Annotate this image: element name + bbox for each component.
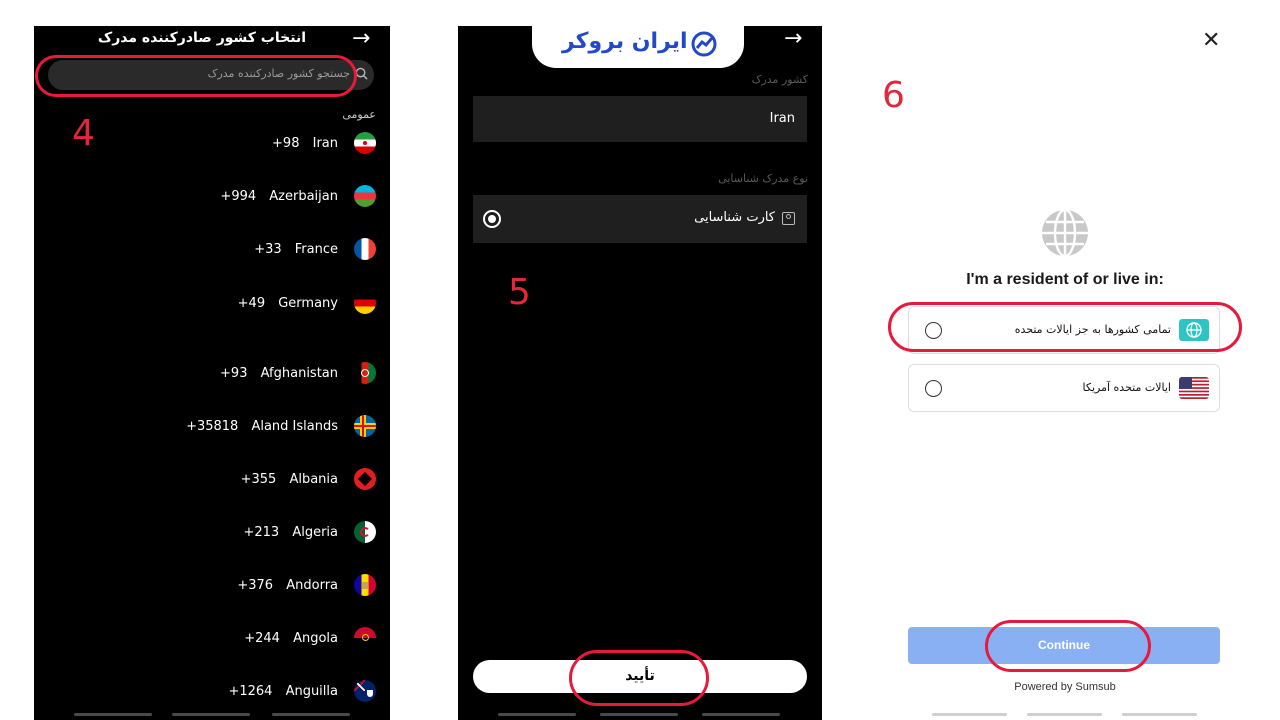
step-number-4: 4 (72, 113, 95, 154)
brand-logo: ایران بروکر (562, 29, 688, 54)
list-item[interactable]: +35818 Aland Islands (186, 414, 376, 438)
list-item[interactable]: +355 Albania (241, 467, 376, 491)
list-item[interactable]: +33 France (254, 237, 376, 261)
country-code: +35818 (186, 418, 239, 434)
country-name: Albania (289, 471, 338, 487)
germany-flag-icon (354, 292, 376, 314)
nav-bar-segment (172, 713, 250, 716)
country-name: Germany (278, 295, 338, 311)
country-code: +355 (240, 471, 277, 487)
list-item[interactable]: +1264 Anguilla (228, 679, 376, 703)
us-flag-icon (1179, 377, 1209, 399)
albania-flag-icon (354, 468, 376, 490)
country-code: +93 (220, 365, 248, 381)
afghanistan-flag-icon (354, 362, 376, 384)
powered-by-text: Powered by Sumsub (1014, 681, 1116, 693)
step-number-6: 6 (882, 75, 905, 116)
country-name: Angola (293, 630, 338, 646)
iran-flag-icon (354, 132, 376, 154)
country-name: Iran (312, 135, 338, 151)
country-label: کشور مدرک (751, 73, 808, 86)
section-header-common: عمومی (342, 108, 376, 121)
step-number-5: 5 (508, 272, 531, 313)
anguilla-flag-icon (354, 680, 376, 702)
country-value: Iran (769, 111, 795, 126)
list-item[interactable]: +244 Angola (244, 626, 376, 650)
close-icon[interactable]: ✕ (1202, 28, 1220, 53)
country-code: +49 (237, 295, 266, 311)
country-name: Anguilla (285, 683, 338, 699)
list-item[interactable]: +98 Iran (272, 131, 376, 155)
doc-type-value: کارت شناسایی (694, 210, 775, 225)
nav-bar-segment (932, 713, 1007, 716)
country-code: +98 (272, 135, 300, 151)
highlight-continue (985, 620, 1151, 672)
country-name: Algeria (292, 524, 338, 540)
angola-flag-icon (354, 627, 376, 649)
nav-bar-segment (600, 713, 678, 716)
logo-banner: ایران بروکر (532, 26, 744, 68)
doc-type-label: نوع مدرک شناسایی (718, 172, 808, 185)
list-item[interactable]: +376 Andorra (237, 573, 376, 597)
country-code: +33 (254, 241, 282, 257)
france-flag-icon (354, 238, 376, 260)
id-card-icon (782, 212, 795, 225)
country-code: +994 (220, 188, 257, 204)
list-item[interactable]: +93 Afghanistan (220, 361, 376, 385)
algeria-flag-icon (354, 521, 376, 543)
option-us-label: ایالات متحده آمریکا (1082, 381, 1171, 394)
nav-bar-segment (1122, 713, 1197, 716)
country-code: +376 (237, 577, 274, 593)
radio-selected[interactable] (483, 210, 501, 228)
nav-bar-segment (1027, 713, 1102, 716)
globe-icon (1042, 208, 1088, 258)
aland-flag-icon (354, 415, 376, 437)
back-arrow-icon[interactable]: → (352, 28, 370, 50)
country-name: Azerbaijan (269, 188, 338, 204)
nav-bar-segment (272, 713, 350, 716)
nav-bar-segment (498, 713, 576, 716)
country-code: +213 (243, 524, 280, 540)
country-name: Afghanistan (260, 365, 338, 381)
option-united-states[interactable]: ایالات متحده آمریکا (908, 364, 1220, 412)
document-screen: ایران بروکر → کشور مدرک Iran نوع مدرک شن… (458, 26, 822, 720)
highlight-option-all (888, 302, 1242, 352)
nav-bar-segment (74, 713, 152, 716)
residency-heading: I'm a resident of or live in: (966, 271, 1164, 288)
country-code: +1264 (228, 683, 273, 699)
highlight-confirm (569, 650, 709, 706)
page-title: انتخاب کشور صادرکننده مدرک (97, 30, 306, 46)
list-item[interactable]: +994 Azerbaijan (220, 184, 376, 208)
country-code: +244 (244, 630, 280, 646)
list-item[interactable]: +213 Algeria (243, 520, 376, 544)
residency-screen: ✕ I'm a resident of or live in: تمامی کش… (880, 26, 1250, 720)
radio-unselected[interactable] (925, 380, 942, 397)
chart-logo-icon (691, 31, 717, 57)
nav-bar-segment (702, 713, 780, 716)
country-name: Aland Islands (251, 418, 338, 434)
highlight-search (35, 55, 357, 97)
country-name: France (294, 241, 338, 257)
azerbaijan-flag-icon (354, 185, 376, 207)
andorra-flag-icon (354, 574, 376, 596)
country-field[interactable]: Iran (473, 96, 807, 142)
back-arrow-icon[interactable]: → (784, 28, 802, 50)
doc-type-option[interactable]: کارت شناسایی (473, 195, 807, 243)
country-name: Andorra (286, 577, 338, 593)
list-item[interactable]: +49 Germany (238, 291, 376, 315)
